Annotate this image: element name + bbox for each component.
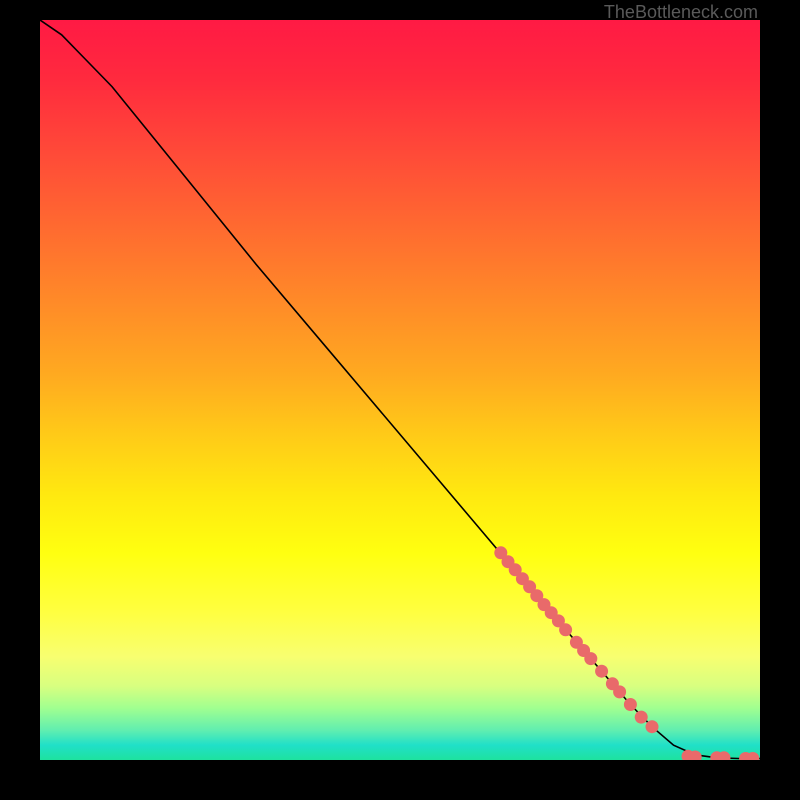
chart-marker — [624, 698, 637, 711]
chart-marker — [613, 685, 626, 698]
chart-overlay — [40, 20, 760, 760]
chart-plot-area — [40, 20, 760, 760]
chart-marker — [635, 711, 648, 724]
chart-marker — [559, 623, 572, 636]
chart-marker — [595, 665, 608, 678]
chart-curve — [40, 20, 760, 759]
attribution-text: TheBottleneck.com — [604, 2, 758, 23]
chart-marker — [646, 720, 659, 733]
chart-markers — [494, 546, 759, 760]
chart-marker — [584, 652, 597, 665]
